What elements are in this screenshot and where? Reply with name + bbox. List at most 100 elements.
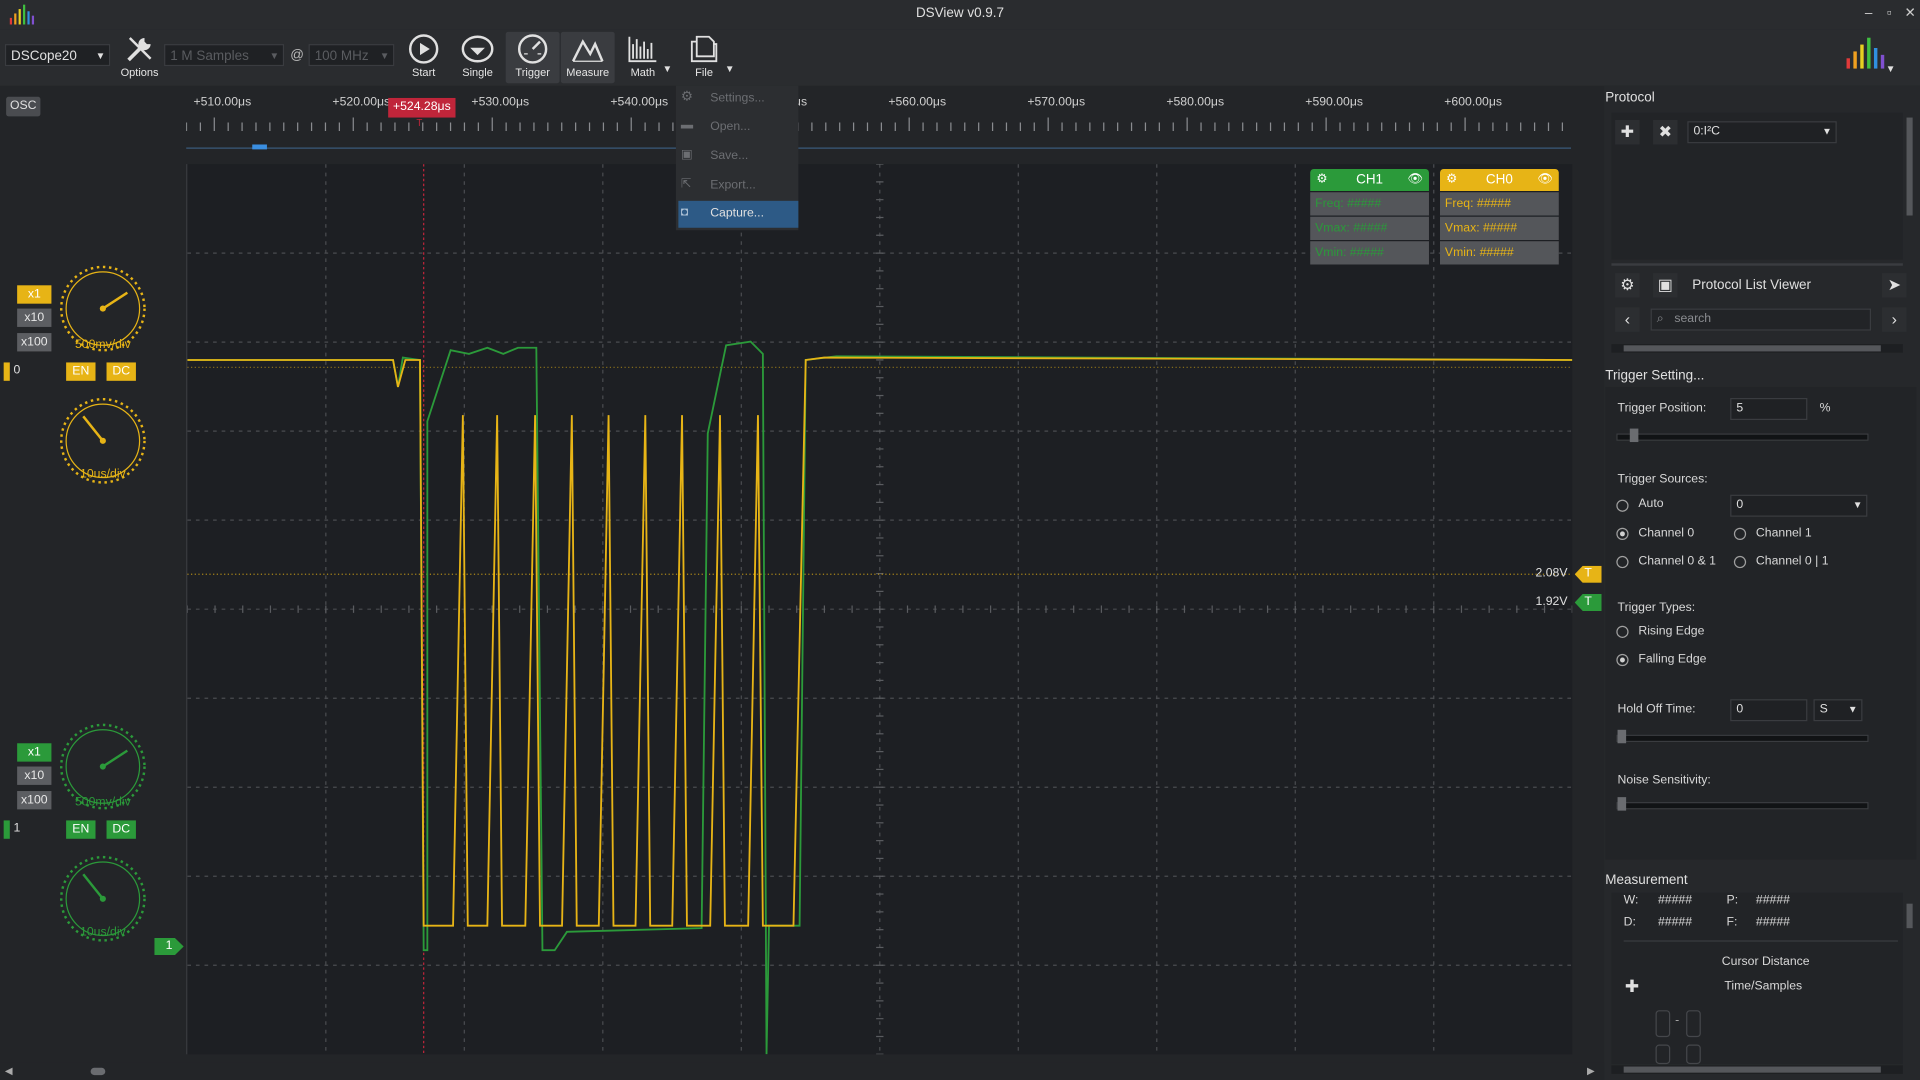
cursor-marker[interactable]: T: [416, 118, 422, 129]
holdoff-input[interactable]: 0: [1730, 699, 1808, 722]
noise-sensitivity-slider-knob[interactable]: [1617, 797, 1627, 811]
protocol-search-field[interactable]: ⌕ search: [1650, 308, 1872, 331]
app-menu-logo-icon[interactable]: [1842, 34, 1891, 73]
prev-arrow-icon[interactable]: ‹: [1615, 307, 1640, 332]
cursor-a-select[interactable]: [1655, 1010, 1671, 1038]
measurement-hscroll-thumb[interactable]: [1623, 1066, 1881, 1073]
menu-item-open[interactable]: Open...: [710, 120, 750, 133]
file-button[interactable]: File: [677, 32, 731, 83]
gear-icon[interactable]: ⚙: [1615, 273, 1640, 298]
trigger-label: Trigger: [515, 66, 550, 79]
menu-item-settings[interactable]: Settings...: [710, 92, 764, 105]
holdoff-unit-select[interactable]: S ▼: [1813, 699, 1863, 722]
eye-icon[interactable]: 👁: [1407, 169, 1423, 191]
math-dropdown-icon[interactable]: ▼: [662, 64, 672, 75]
ch1-coupling-button[interactable]: DC: [106, 820, 136, 839]
remove-decoder-button[interactable]: ✖: [1653, 120, 1678, 145]
cursor-b-select[interactable]: [1686, 1010, 1701, 1038]
scroll-position-indicator[interactable]: [252, 144, 267, 150]
scroll-right-icon[interactable]: ▶: [1587, 1065, 1595, 1076]
rising-edge-radio[interactable]: [1616, 625, 1629, 638]
add-decoder-button[interactable]: ✚: [1615, 120, 1640, 145]
samplerate-select[interactable]: 100 MHz ▼: [308, 44, 395, 67]
decoder-select[interactable]: 0:I²C ▼: [1687, 121, 1837, 144]
add-cursor-icon[interactable]: ✚: [1625, 976, 1639, 997]
gear-icon[interactable]: ⚙: [1316, 169, 1327, 191]
ruler-tick-label: +530.00μs: [471, 94, 529, 108]
at-label: @: [290, 47, 304, 63]
protocol-hscroll[interactable]: [1611, 344, 1903, 353]
ch0-coupling-button[interactable]: DC: [106, 362, 136, 381]
ch0-enable-button[interactable]: EN: [66, 362, 96, 381]
trigger-position-slider[interactable]: [1616, 428, 1869, 443]
ch1-ground-tag[interactable]: 1: [154, 937, 184, 956]
menu-item-export[interactable]: Export...: [710, 179, 756, 192]
scroll-left-icon[interactable]: ◀: [5, 1065, 13, 1076]
ch1-x10-button[interactable]: x10: [17, 766, 52, 785]
cursor-d-select[interactable]: [1686, 1044, 1701, 1065]
ch1-x100-button[interactable]: x100: [17, 791, 52, 810]
horizontal-scrollbar-thumb[interactable]: [90, 1067, 106, 1076]
eye-icon[interactable]: 👁: [1537, 169, 1553, 191]
measurement-scrollbar[interactable]: [1906, 903, 1913, 929]
mode-label-osc[interactable]: OSC: [6, 96, 41, 117]
holdoff-slider-knob[interactable]: [1617, 729, 1627, 744]
time-samples-label: Time/Samples: [1724, 979, 1803, 994]
protocol-hscroll-thumb[interactable]: [1623, 345, 1881, 352]
horizontal-scrollbar[interactable]: ◀ ▶: [0, 1062, 1605, 1080]
file-dropdown-icon[interactable]: ▼: [725, 64, 735, 75]
chevron-down-icon: ▼: [379, 50, 390, 62]
ch1-trigger-tag[interactable]: T: [1574, 593, 1602, 612]
trigger-setting-area: [1605, 386, 1917, 860]
next-arrow-icon[interactable]: ›: [1882, 307, 1907, 332]
source-ch0-and-ch1-radio[interactable]: [1616, 555, 1629, 569]
source-auto-radio[interactable]: [1616, 499, 1629, 512]
trigger-position-input[interactable]: 5: [1730, 397, 1808, 421]
ch0-x10-button[interactable]: x10: [17, 308, 52, 327]
auto-channel-select[interactable]: 0 ▼: [1730, 494, 1868, 517]
menu-item-save[interactable]: Save...: [710, 149, 748, 162]
close-button[interactable]: ✕: [1902, 5, 1919, 22]
app-menu-dropdown-icon[interactable]: ▼: [1886, 64, 1896, 75]
cursor-time-label[interactable]: +524.28μs: [388, 97, 456, 118]
device-select[interactable]: DSCope20 ▼: [4, 44, 111, 67]
source-channel1-radio[interactable]: [1733, 527, 1747, 541]
measure-p-value: #####: [1755, 893, 1790, 908]
gear-icon[interactable]: ⚙: [1446, 169, 1457, 191]
samples-select[interactable]: 1 M Samples ▼: [164, 44, 285, 67]
trigger-position-slider-knob[interactable]: [1629, 428, 1639, 443]
save-icon[interactable]: ▣: [1653, 273, 1678, 298]
measure-button[interactable]: Measure: [560, 31, 615, 84]
ruler-tick-label: +560.00μs: [888, 94, 946, 108]
ch0-trigger-level-value: 2.08V: [1535, 566, 1568, 581]
ch1-x1-button[interactable]: x1: [17, 743, 52, 762]
navigate-icon[interactable]: ➤: [1882, 273, 1907, 298]
menu-item-capture[interactable]: Capture...: [710, 207, 764, 220]
noise-sensitivity-slider[interactable]: [1616, 797, 1869, 811]
options-label: Options: [120, 66, 159, 79]
falling-edge-radio[interactable]: [1616, 653, 1629, 667]
waveform-plot[interactable]: [186, 164, 1573, 1055]
ch1-tdiv-label: 10us/div: [80, 925, 126, 940]
holdoff-slider[interactable]: [1616, 729, 1869, 744]
ch0-info-header[interactable]: ⚙ CH0 👁: [1440, 168, 1559, 192]
source-ch0-or-ch1-radio[interactable]: [1733, 555, 1747, 569]
single-button[interactable]: Single: [451, 32, 505, 83]
trigger-button[interactable]: Trigger: [505, 31, 560, 84]
start-button[interactable]: Start: [397, 32, 451, 83]
ch0-trigger-tag[interactable]: T: [1574, 565, 1602, 583]
ruler-tick-label: +570.00μs: [1027, 94, 1085, 108]
measure-w-value: #####: [1657, 893, 1693, 908]
minimize-button[interactable]: –: [1860, 5, 1877, 22]
ch0-x100-button[interactable]: x100: [17, 333, 52, 352]
source-channel0-radio[interactable]: [1616, 527, 1629, 541]
ch1-enable-button[interactable]: EN: [66, 820, 96, 839]
math-button[interactable]: Math: [616, 32, 670, 83]
measurement-hscroll[interactable]: [1611, 1065, 1903, 1074]
cursor-c-select[interactable]: [1655, 1044, 1671, 1065]
protocol-scrollbar[interactable]: [1906, 117, 1913, 216]
options-button[interactable]: Options: [113, 32, 167, 83]
ch0-x1-button[interactable]: x1: [17, 285, 52, 304]
ch1-info-header[interactable]: ⚙ CH1 👁: [1310, 168, 1429, 192]
maximize-button[interactable]: ▫: [1881, 5, 1898, 22]
